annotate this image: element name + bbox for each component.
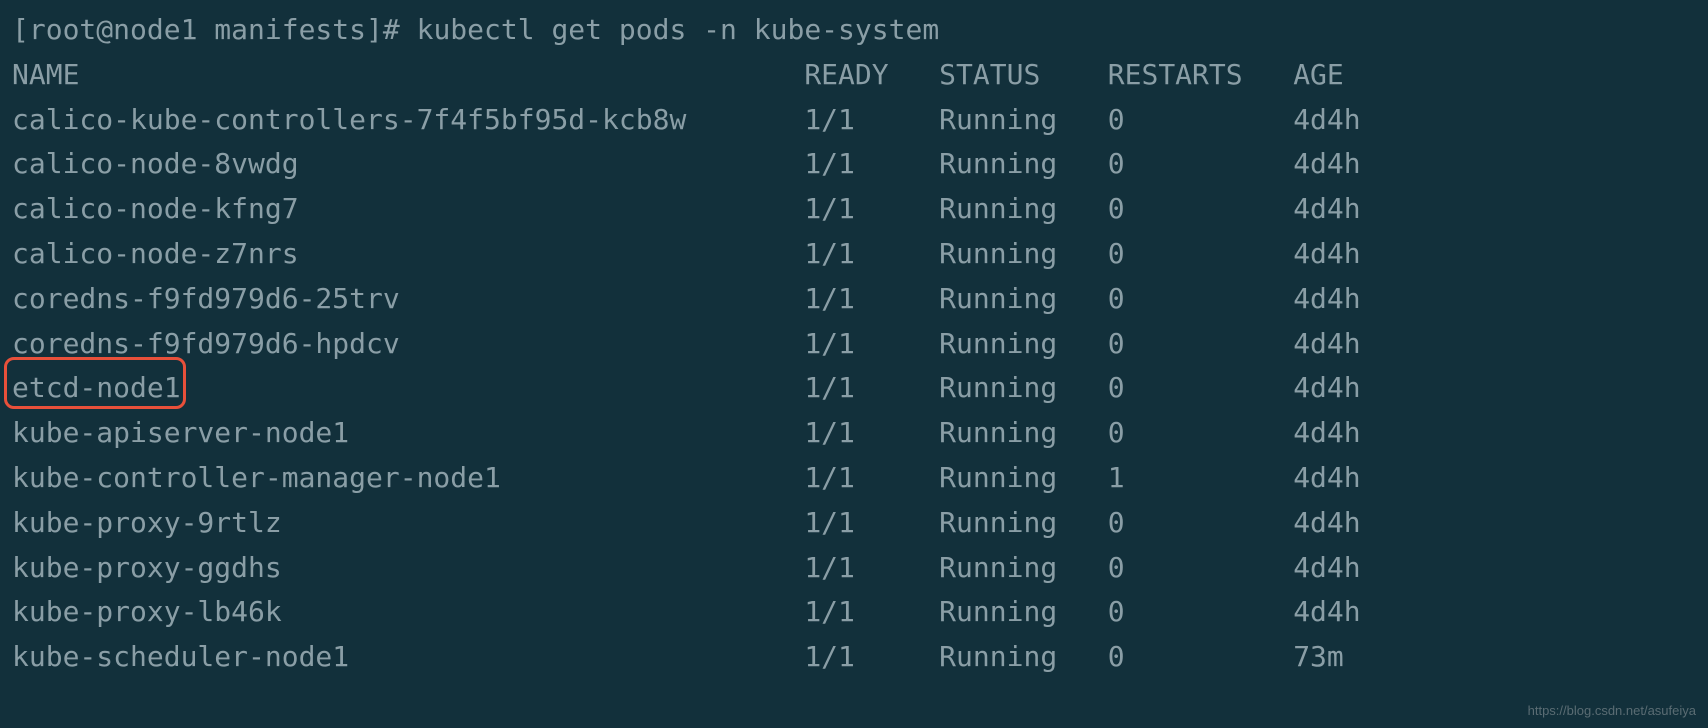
cell-ready: 1/1 [804, 237, 939, 270]
cell-ready: 1/1 [804, 327, 939, 360]
header-status: STATUS [939, 58, 1108, 91]
cell-ready: 1/1 [804, 192, 939, 225]
cell-status: Running [939, 416, 1108, 449]
cell-status: Running [939, 371, 1108, 404]
watermark-text: https://blog.csdn.net/asufeiya [1528, 701, 1696, 722]
cell-status: Running [939, 551, 1108, 584]
table-row: coredns-f9fd979d6-hpdcv 1/1 Running 0 4d… [12, 322, 1696, 367]
header-restarts: RESTARTS [1108, 58, 1293, 91]
table-row: etcd-node1 1/1 Running 0 4d4h [12, 366, 1696, 411]
cell-ready: 1/1 [804, 282, 939, 315]
cell-status: Running [939, 640, 1108, 673]
table-row: kube-scheduler-node1 1/1 Running 0 73m [12, 635, 1696, 680]
cell-ready: 1/1 [804, 147, 939, 180]
table-row: kube-proxy-lb46k 1/1 Running 0 4d4h [12, 590, 1696, 635]
cell-age: 4d4h [1293, 327, 1360, 360]
table-row: calico-kube-controllers-7f4f5bf95d-kcb8w… [12, 98, 1696, 143]
header-name: NAME [12, 58, 804, 91]
cell-ready: 1/1 [804, 416, 939, 449]
cell-status: Running [939, 237, 1108, 270]
cell-restarts: 0 [1108, 327, 1293, 360]
command-text: kubectl get pods -n kube-system [417, 13, 940, 46]
cell-restarts: 0 [1108, 595, 1293, 628]
cell-restarts: 0 [1108, 640, 1293, 673]
table-row: calico-node-kfng7 1/1 Running 0 4d4h [12, 187, 1696, 232]
table-row: calico-node-z7nrs 1/1 Running 0 4d4h [12, 232, 1696, 277]
cell-age: 4d4h [1293, 551, 1360, 584]
cell-status: Running [939, 282, 1108, 315]
cell-restarts: 0 [1108, 237, 1293, 270]
cell-ready: 1/1 [804, 103, 939, 136]
cell-status: Running [939, 192, 1108, 225]
cell-restarts: 0 [1108, 192, 1293, 225]
cell-name: kube-proxy-9rtlz [12, 506, 804, 539]
cell-name: etcd-node1 [12, 371, 804, 404]
cell-name: calico-node-z7nrs [12, 237, 804, 270]
table-header-row: NAME READY STATUS RESTARTS AGE [12, 53, 1696, 98]
cell-ready: 1/1 [804, 371, 939, 404]
cell-age: 4d4h [1293, 371, 1360, 404]
cell-status: Running [939, 327, 1108, 360]
cell-status: Running [939, 147, 1108, 180]
cell-status: Running [939, 506, 1108, 539]
cell-ready: 1/1 [804, 640, 939, 673]
header-age: AGE [1293, 58, 1344, 91]
table-row: kube-apiserver-node1 1/1 Running 0 4d4h [12, 411, 1696, 456]
cell-restarts: 0 [1108, 416, 1293, 449]
cell-name: calico-node-kfng7 [12, 192, 804, 225]
table-row: calico-node-8vwdg 1/1 Running 0 4d4h [12, 142, 1696, 187]
cell-name: coredns-f9fd979d6-hpdcv [12, 327, 804, 360]
cell-age: 4d4h [1293, 416, 1360, 449]
table-row: kube-proxy-ggdhs 1/1 Running 0 4d4h [12, 546, 1696, 591]
cell-restarts: 0 [1108, 371, 1293, 404]
cell-status: Running [939, 461, 1108, 494]
cell-ready: 1/1 [804, 461, 939, 494]
cell-age: 4d4h [1293, 282, 1360, 315]
cell-age: 4d4h [1293, 237, 1360, 270]
cell-status: Running [939, 595, 1108, 628]
cell-name: calico-kube-controllers-7f4f5bf95d-kcb8w [12, 103, 804, 136]
cell-name: kube-apiserver-node1 [12, 416, 804, 449]
cell-name: kube-scheduler-node1 [12, 640, 804, 673]
cell-restarts: 1 [1108, 461, 1293, 494]
cell-name: kube-proxy-lb46k [12, 595, 804, 628]
cell-restarts: 0 [1108, 282, 1293, 315]
cell-ready: 1/1 [804, 595, 939, 628]
table-row: kube-controller-manager-node1 1/1 Runnin… [12, 456, 1696, 501]
cell-age: 4d4h [1293, 506, 1360, 539]
cell-name: kube-proxy-ggdhs [12, 551, 804, 584]
cell-ready: 1/1 [804, 506, 939, 539]
cell-restarts: 0 [1108, 103, 1293, 136]
prompt-prefix: [root@node1 manifests]# [12, 13, 400, 46]
cell-restarts: 0 [1108, 506, 1293, 539]
header-ready: READY [804, 58, 939, 91]
cell-ready: 1/1 [804, 551, 939, 584]
cell-age: 4d4h [1293, 192, 1360, 225]
cell-name: calico-node-8vwdg [12, 147, 804, 180]
cell-age: 73m [1293, 640, 1344, 673]
table-row: kube-proxy-9rtlz 1/1 Running 0 4d4h [12, 501, 1696, 546]
cell-age: 4d4h [1293, 147, 1360, 180]
cell-status: Running [939, 103, 1108, 136]
cell-name: kube-controller-manager-node1 [12, 461, 804, 494]
cell-age: 4d4h [1293, 103, 1360, 136]
cell-restarts: 0 [1108, 551, 1293, 584]
table-row: coredns-f9fd979d6-25trv 1/1 Running 0 4d… [12, 277, 1696, 322]
terminal-prompt-line: [root@node1 manifests]# kubectl get pods… [12, 8, 1696, 53]
cell-age: 4d4h [1293, 595, 1360, 628]
cell-restarts: 0 [1108, 147, 1293, 180]
cell-age: 4d4h [1293, 461, 1360, 494]
cell-name: coredns-f9fd979d6-25trv [12, 282, 804, 315]
